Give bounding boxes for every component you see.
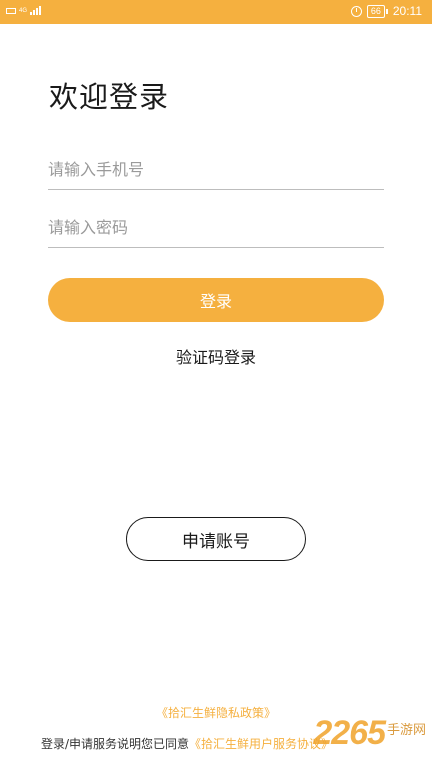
status-bar-right: 66 20:11 [350, 4, 422, 18]
phone-field [48, 149, 384, 190]
apply-account-button[interactable]: 申请账号 [126, 517, 306, 561]
password-input[interactable] [48, 207, 384, 247]
status-bar: 4G 66 20:11 [0, 0, 432, 24]
battery-level: 66 [366, 4, 385, 18]
user-agreement-link[interactable]: 《拾汇生鲜用户服务协议》 [189, 737, 333, 751]
signal-icon [30, 6, 42, 15]
agreement-text: 登录/申请服务说明您已同意《拾汇生鲜用户服务协议》 [41, 735, 333, 752]
agreement-prefix: 登录/申请服务说明您已同意 [41, 737, 190, 751]
sim-icon [6, 7, 16, 14]
status-bar-left: 4G [6, 6, 42, 15]
code-login-link[interactable]: 验证码登录 [0, 344, 432, 368]
battery-icon: 66 [366, 4, 388, 18]
alarm-icon [350, 5, 362, 17]
watermark-name: 手游网 [386, 723, 426, 738]
phone-input[interactable] [48, 149, 384, 189]
network-type: 4G [19, 7, 28, 14]
watermark-logo: 2265 手游网 [313, 714, 426, 753]
watermark-number: 2265 [313, 714, 386, 752]
password-field [48, 207, 384, 248]
page-title: 欢迎登录 [49, 80, 170, 114]
clock: 20:11 [392, 4, 422, 18]
login-button[interactable]: 登录 [48, 278, 384, 322]
